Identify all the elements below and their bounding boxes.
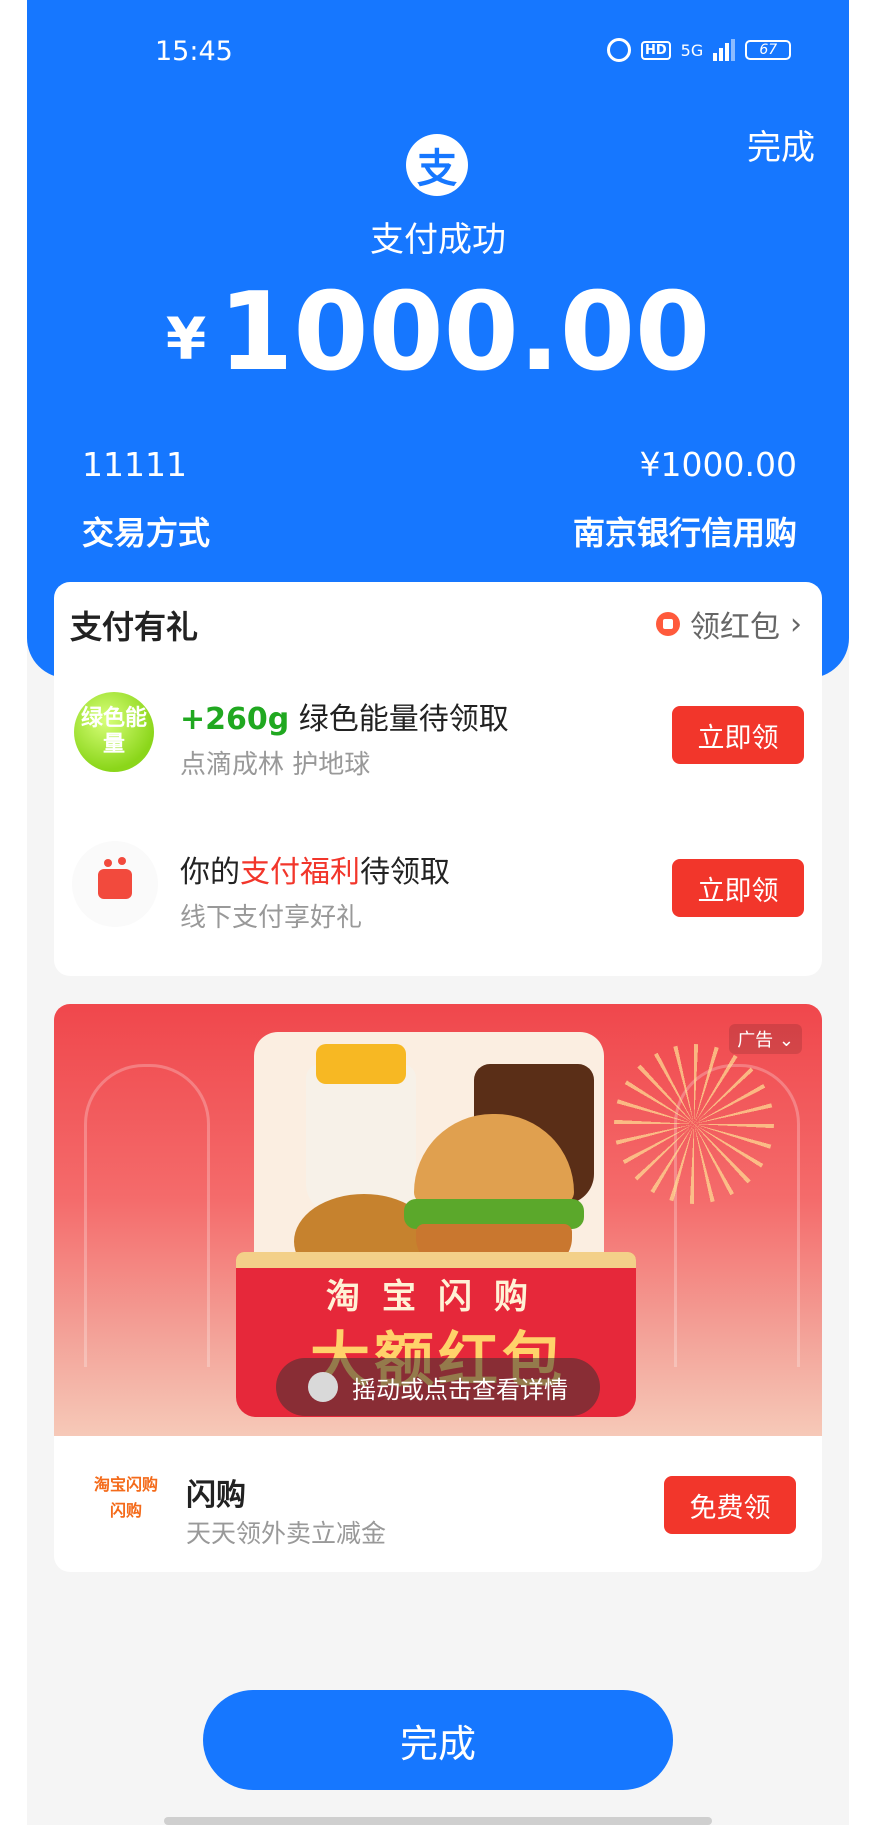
taobao-shangou-logo: 淘宝闪购 闪购: [86, 1472, 166, 1532]
merchant-row: 11111 ¥1000.00: [82, 445, 797, 484]
shop-subtitle: 天天领外卖立减金: [186, 1519, 387, 1548]
shop-name: 闪购: [186, 1478, 246, 1513]
red-packet-icon: [656, 612, 680, 636]
drink-cup-image: [306, 1064, 416, 1214]
reward-subtitle: 点滴成林 护地球: [180, 750, 371, 780]
payment-success-title: 支付成功: [370, 220, 506, 260]
claim-benefit-button[interactable]: 立即领: [672, 859, 804, 917]
hd-icon: HD: [641, 40, 671, 60]
logo-line: 淘宝闪购: [93, 1475, 158, 1494]
reward-title-prefix: 你的: [180, 855, 240, 890]
app-frame: 15:45 HD 5G 67 完成 支 支付成功 ¥1000.00 11111 …: [27, 0, 849, 1825]
network-label: 5G: [680, 40, 704, 60]
done-bottom-button[interactable]: 完成: [203, 1690, 673, 1790]
gift-mascot-icon: [72, 841, 158, 927]
reward-title: +260g 绿色能量待领取: [180, 694, 509, 738]
green-energy-icon: 绿色能量: [74, 692, 154, 772]
red-envelope-trim: [236, 1252, 636, 1268]
reward-title-text: 绿色能量待领取: [289, 702, 509, 737]
firework-icon: [614, 1044, 774, 1204]
payment-method-row: 交易方式 南京银行信用购: [82, 508, 797, 554]
status-icons: HD 5G 67: [607, 38, 792, 62]
claim-energy-button[interactable]: 立即领: [672, 706, 804, 764]
merchant-amount: ¥1000.00: [639, 445, 797, 484]
ad-tag-dropdown[interactable]: 广告 ⌄: [729, 1024, 802, 1054]
banner-brand-text: 淘宝闪购: [326, 1277, 550, 1317]
done-top-button[interactable]: 完成: [747, 120, 815, 169]
payment-method-label: 交易方式: [82, 514, 211, 552]
rewards-card: 支付有礼 领红包 › 绿色能量 +260g 绿色能量待领取 点滴成林 护地球 立…: [54, 582, 822, 976]
status-time: 15:45: [155, 36, 233, 67]
reward-title-text: 待领取: [360, 855, 450, 890]
alipay-logo-icon: 支: [406, 134, 468, 196]
merchant-name: 11111: [82, 445, 187, 484]
rewards-title: 支付有礼: [70, 608, 199, 646]
reward-title-highlight: 支付福利: [240, 855, 360, 890]
shake-hint-button[interactable]: 摇动或点击查看详情: [276, 1358, 600, 1416]
reward-item-energy: 绿色能量 +260g 绿色能量待领取 点滴成林 护地球 立即领: [54, 682, 822, 802]
amount-value: 1000.00: [218, 270, 711, 395]
shake-hint-text: 摇动或点击查看详情: [352, 1375, 568, 1404]
red-packet-label: 领红包: [690, 610, 780, 645]
reward-subtitle: 线下支付享好礼: [180, 903, 363, 933]
reward-item-benefit: 你的支付福利待领取 线下支付享好礼 立即领: [54, 835, 822, 955]
shop-row: 淘宝闪购 闪购 闪购 天天领外卖立减金 免费领: [54, 1436, 822, 1572]
reward-title: 你的支付福利待领取: [180, 847, 450, 891]
shake-phone-icon: [308, 1372, 338, 1402]
energy-amount: +260g: [180, 702, 290, 737]
payment-method-value: 南京银行信用购: [572, 514, 797, 552]
status-bar: 15:45 HD 5G 67: [27, 30, 849, 74]
signal-icon: [713, 39, 736, 61]
payment-amount: ¥1000.00: [27, 270, 849, 395]
mango-topping-image: [316, 1044, 406, 1084]
ad-tag-label: 广告: [737, 1030, 774, 1051]
ad-banner[interactable]: 淘宝闪购 大额红包 广告 ⌄ 摇动或点击查看详情: [54, 1004, 822, 1436]
alarm-icon: [607, 38, 631, 62]
battery-icon: 67: [745, 40, 792, 60]
currency-symbol: ¥: [165, 305, 207, 373]
gesture-nav-bar[interactable]: [164, 1817, 712, 1825]
free-claim-button[interactable]: 免费领: [664, 1476, 796, 1534]
red-packet-link[interactable]: 领红包 ›: [656, 602, 802, 646]
ad-card: 淘宝闪购 大额红包 广告 ⌄ 摇动或点击查看详情 淘宝闪购 闪购 闪购 天天领外…: [54, 1004, 822, 1572]
logo-line: 闪购: [109, 1501, 142, 1520]
chevron-right-icon: ›: [790, 606, 802, 642]
